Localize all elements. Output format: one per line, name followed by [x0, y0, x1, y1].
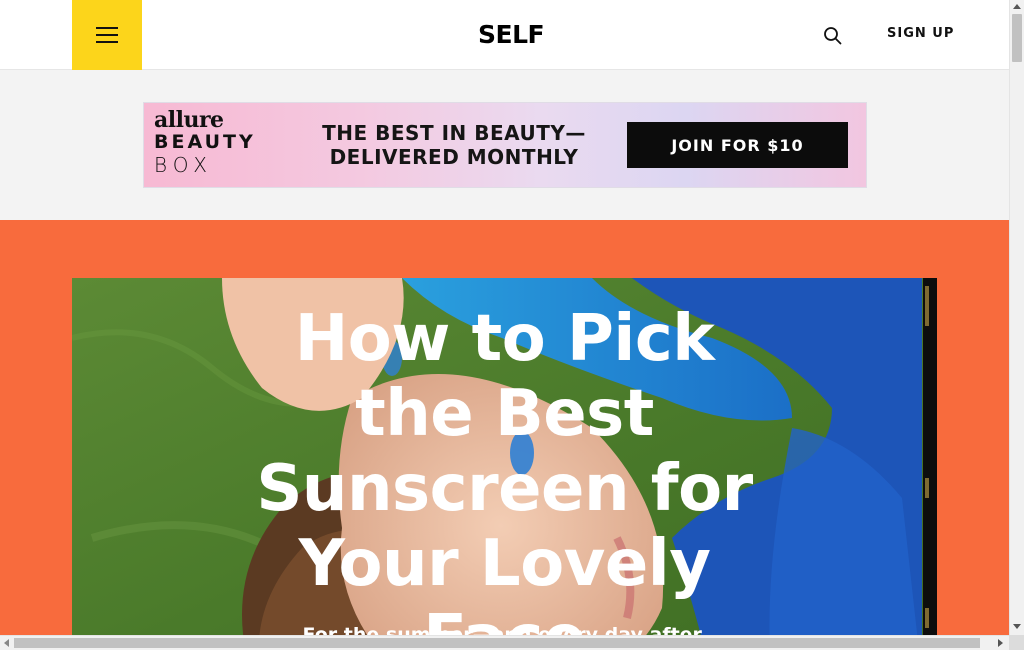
article-dek: For the summer—and every day after. — [302, 624, 707, 635]
ad-brand-line3: BOX — [154, 153, 213, 177]
ad-join-button[interactable]: JOIN FOR $10 — [627, 122, 848, 168]
scroll-right-arrow-icon[interactable] — [998, 639, 1003, 647]
page: SELF SIGN UP allure BEAUTY BOX THE BEST … — [0, 0, 1009, 635]
vertical-scrollbar-thumb[interactable] — [1012, 14, 1022, 62]
ad-headline: THE BEST IN BEAUTY— DELIVERED MONTHLY — [304, 121, 604, 169]
ad-brand-logo: allure BEAUTY BOX — [154, 109, 284, 177]
site-logo[interactable]: SELF — [478, 19, 545, 51]
menu-button[interactable] — [72, 0, 142, 70]
scrollbar-corner — [1009, 635, 1024, 650]
hamburger-menu-icon — [96, 27, 118, 43]
ad-brand-line1: allure — [154, 107, 224, 133]
ad-headline-line2: DELIVERED MONTHLY — [329, 145, 579, 169]
ad-brand-line2: BEAUTY — [154, 131, 256, 153]
search-icon — [824, 27, 842, 45]
horizontal-scrollbar-thumb[interactable] — [14, 638, 980, 648]
ad-headline-line1: THE BEST IN BEAUTY— — [322, 121, 586, 145]
scroll-down-arrow-icon[interactable] — [1013, 624, 1021, 629]
site-header: SELF SIGN UP — [0, 0, 1009, 70]
advertisement-banner[interactable]: allure BEAUTY BOX THE BEST IN BEAUTY— DE… — [143, 102, 867, 188]
hero-image[interactable]: How to Pick the Best Sunscreen for Your … — [72, 278, 937, 635]
article-headline[interactable]: How to Pick the Best Sunscreen for Your … — [242, 302, 767, 635]
search-button[interactable] — [822, 25, 844, 47]
sign-up-link[interactable]: SIGN UP — [887, 26, 954, 41]
scroll-up-arrow-icon[interactable] — [1013, 4, 1021, 9]
vertical-scrollbar[interactable] — [1009, 0, 1024, 635]
hero-section: How to Pick the Best Sunscreen for Your … — [0, 220, 1009, 635]
scroll-left-arrow-icon[interactable] — [4, 639, 9, 647]
horizontal-scrollbar[interactable] — [0, 635, 1009, 650]
ad-zone: allure BEAUTY BOX THE BEST IN BEAUTY— DE… — [0, 71, 1009, 220]
